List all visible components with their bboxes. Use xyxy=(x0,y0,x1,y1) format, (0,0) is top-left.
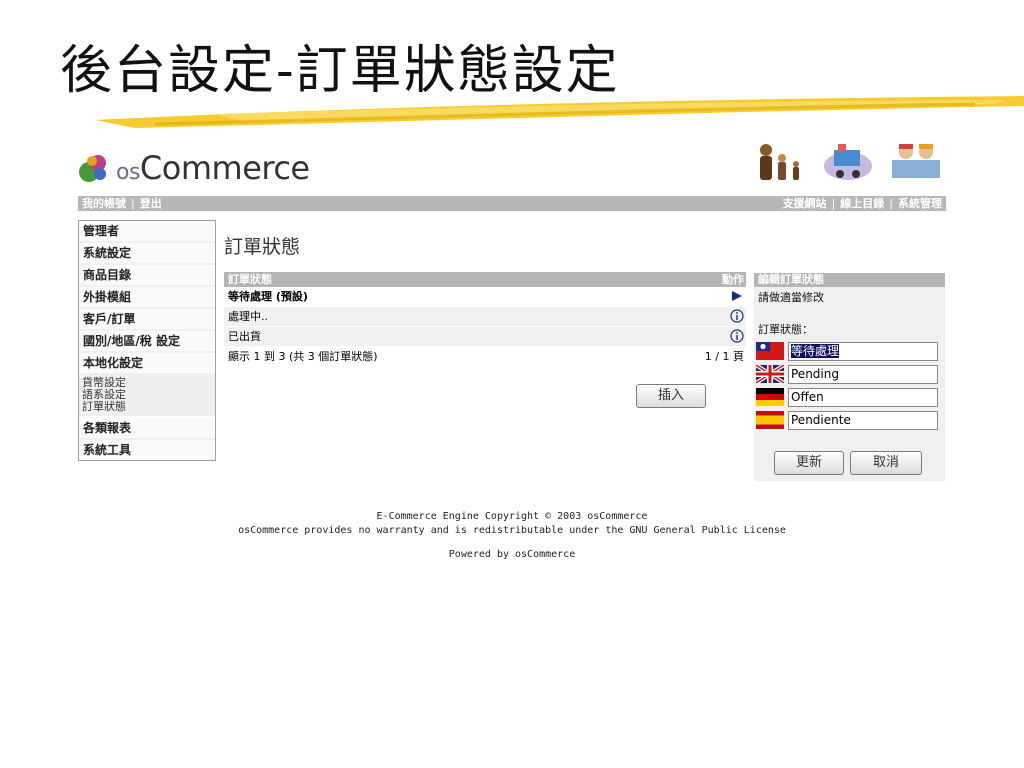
status-name-input-chinese[interactable]: 等待處理 xyxy=(788,341,938,361)
language-row-english: Pending xyxy=(756,364,938,384)
table-row[interactable]: 已出貨 xyxy=(224,327,746,347)
yellow-brush-stroke xyxy=(95,96,1024,128)
oscommerce-logo: osCommerce xyxy=(78,146,310,190)
submenu-orders-status[interactable]: 訂單狀態 xyxy=(82,401,212,413)
administration-link[interactable]: 系統管理 xyxy=(898,197,942,210)
pagination-info: 1 / 1 頁 xyxy=(704,350,744,363)
shopping-cart-icon xyxy=(824,144,872,180)
oscommerce-logo-icon xyxy=(79,155,106,182)
sidebar-item-administrators[interactable]: 管理者 xyxy=(79,221,215,243)
header-illustrations xyxy=(752,140,944,188)
online-catalog-link[interactable]: 線上目錄 xyxy=(840,197,884,210)
info-icon[interactable] xyxy=(730,309,744,323)
uk-flag-icon xyxy=(756,365,784,383)
sidebar-item-catalog[interactable]: 商品目錄 xyxy=(79,265,215,287)
sidebar-item-modules[interactable]: 外掛模組 xyxy=(79,287,215,309)
page-title: 訂單狀態 xyxy=(224,236,301,258)
edit-status-panel: 編輯訂單狀態 請做適當修改 訂單狀態： 等待處理 Pending Offen P… xyxy=(754,273,945,481)
insert-button[interactable]: 插入 xyxy=(636,384,706,408)
spain-flag-icon xyxy=(756,411,784,429)
footer-copyright: E-Commerce Engine Copyright © 2003 osCom… xyxy=(376,511,648,522)
page-footer: E-Commerce Engine Copyright © 2003 osCom… xyxy=(0,510,1024,562)
status-name-input-german[interactable]: Offen xyxy=(788,387,938,407)
germany-flag-icon xyxy=(756,388,784,406)
logout-link[interactable]: 登出 xyxy=(140,197,162,210)
table-row[interactable]: 處理中.. xyxy=(224,307,746,327)
column-header-action: 動作 xyxy=(722,273,744,286)
support-site-link[interactable]: 支援網站 xyxy=(783,197,827,210)
localization-submenu: 貨幣設定 語系設定 訂單狀態 xyxy=(79,375,215,418)
info-icon[interactable] xyxy=(730,329,744,343)
result-summary: 顯示 1 到 3 (共 3 個訂單狀態) 1 / 1 頁 xyxy=(224,347,746,367)
sidebar-item-reports[interactable]: 各類報表 xyxy=(79,418,215,440)
sidebar-item-localization[interactable]: 本地化設定 xyxy=(79,353,215,375)
status-name-input-english[interactable]: Pending xyxy=(788,364,938,384)
logo-main: Commerce xyxy=(139,149,310,187)
taiwan-flag-icon xyxy=(756,342,784,360)
edit-panel-title: 編輯訂單狀態 xyxy=(754,273,945,287)
footer-license: osCommerce provides no warranty and is r… xyxy=(238,525,786,536)
family-icon xyxy=(760,144,799,180)
arrow-right-icon[interactable] xyxy=(730,289,744,303)
language-row-chinese: 等待處理 xyxy=(756,341,938,361)
status-name-input-spanish[interactable]: Pendiente xyxy=(788,410,938,430)
edit-panel-hint: 請做適當修改 xyxy=(758,291,824,304)
sidebar-item-locations-taxes[interactable]: 國別/地區/稅 設定 xyxy=(79,331,215,353)
sidebar-item-customers-orders[interactable]: 客戶/訂單 xyxy=(79,309,215,331)
column-header-status: 訂單狀態 xyxy=(228,273,272,286)
update-button[interactable]: 更新 xyxy=(774,451,844,475)
status-table-header: 訂單狀態 動作 xyxy=(224,272,746,287)
status-field-label: 訂單狀態： xyxy=(758,323,813,336)
cancel-button[interactable]: 取消 xyxy=(850,451,922,475)
logo-prefix: os xyxy=(116,160,140,185)
footer-powered-by: Powered by osCommerce xyxy=(448,549,576,560)
sidebar-item-tools[interactable]: 系統工具 xyxy=(79,440,215,460)
my-account-link[interactable]: 我的帳號 xyxy=(82,197,126,210)
language-row-spanish: Pendiente xyxy=(756,410,938,430)
workers-icon xyxy=(892,144,940,178)
table-row[interactable]: 等待處理 (預設) xyxy=(224,287,746,307)
language-row-german: Offen xyxy=(756,387,938,407)
admin-top-bar: 我的帳號 | 登出 支援網站 | 線上目錄 | 系統管理 xyxy=(78,196,946,211)
sidebar: 管理者 系統設定 商品目錄 外掛模組 客戶/訂單 國別/地區/稅 設定 本地化設… xyxy=(78,220,216,461)
sidebar-item-configuration[interactable]: 系統設定 xyxy=(79,243,215,265)
main-content: 訂單狀態 訂單狀態 動作 等待處理 (預設) 處理中.. 已出貨 顯示 1 到 … xyxy=(224,220,746,408)
